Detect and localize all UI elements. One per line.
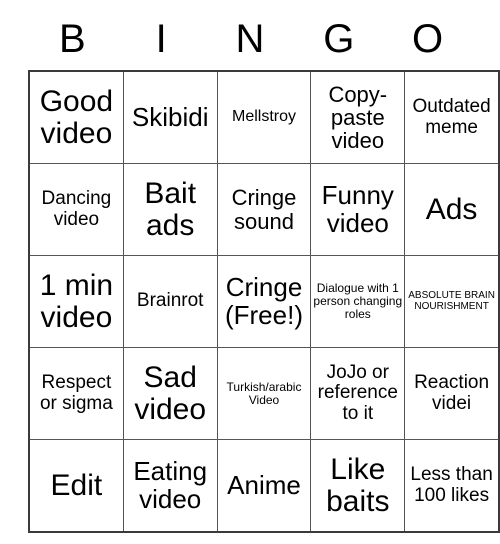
bingo-cell[interactable]: Reaction videi xyxy=(404,347,500,440)
bingo-cell[interactable]: Sad video xyxy=(122,347,218,440)
bingo-cell[interactable]: Bait ads xyxy=(122,163,218,256)
header-letter-i: I xyxy=(155,17,167,61)
bingo-cell[interactable]: Skibidi xyxy=(122,70,218,164)
bingo-row: Edit Eating video Anime Like baits Less … xyxy=(28,439,500,533)
header-letter-o: O xyxy=(412,17,444,61)
bingo-card: B I N G O Good video Skibidi Mellstroy C… xyxy=(28,8,500,533)
bingo-cell-label: Brainrot xyxy=(136,290,204,312)
bingo-cell-label: Skibidi xyxy=(131,101,209,132)
bingo-cell-label: ABSOLUTE BRAIN NOURISHMENT xyxy=(408,289,495,312)
bingo-cell-label: Copy-paste video xyxy=(328,81,388,154)
header-letter-n: N xyxy=(235,17,265,61)
bingo-cell[interactable]: Dancing video xyxy=(28,163,124,256)
bingo-cell-label: Funny video xyxy=(321,179,394,238)
bingo-cell[interactable]: Copy-paste video xyxy=(310,70,406,164)
bingo-cell-label: Dialogue with 1 person changing roles xyxy=(313,281,403,321)
bingo-cell-label: 1 min video xyxy=(39,268,114,334)
bingo-cell-label: Sad video xyxy=(134,360,207,426)
bingo-row: Respect or sigma Sad video Turkish/arabi… xyxy=(28,347,500,440)
bingo-cell[interactable]: Brainrot xyxy=(122,255,218,348)
bingo-grid: Good video Skibidi Mellstroy Copy-paste … xyxy=(28,70,500,533)
bingo-header-row: B I N G O xyxy=(28,8,472,70)
bingo-cell[interactable]: Dialogue with 1 person changing roles xyxy=(310,255,406,348)
header-letter-b: B xyxy=(59,17,86,61)
bingo-cell-label: Cringe sound xyxy=(231,185,297,234)
bingo-cell-label: Turkish/arabic Video xyxy=(226,379,302,407)
bingo-cell[interactable]: Like baits xyxy=(310,439,406,533)
bingo-cell[interactable]: JoJo or reference to it xyxy=(310,347,406,440)
bingo-cell-label: Outdated meme xyxy=(412,96,491,138)
bingo-row: Dancing video Bait ads Cringe sound Funn… xyxy=(28,163,500,256)
bingo-cell[interactable]: ABSOLUTE BRAIN NOURISHMENT xyxy=(404,255,500,348)
bingo-cell-label: JoJo or reference to it xyxy=(317,362,398,424)
bingo-cell-label: Respect or sigma xyxy=(39,372,113,414)
bingo-cell[interactable]: 1 min video xyxy=(28,255,124,348)
header-letter-g: G xyxy=(323,17,355,61)
bingo-cell[interactable]: Less than 100 likes xyxy=(404,439,500,533)
bingo-cell[interactable]: Respect or sigma xyxy=(28,347,124,440)
bingo-cell-label: Dancing video xyxy=(41,188,112,230)
bingo-cell[interactable]: Funny video xyxy=(310,163,406,256)
bingo-cell[interactable]: Cringe sound xyxy=(216,163,312,256)
bingo-cell[interactable]: Good video xyxy=(28,70,124,164)
bingo-cell-label: Cringe (Free!) xyxy=(224,271,303,330)
bingo-cell[interactable]: Edit xyxy=(28,439,124,533)
bingo-cell[interactable]: Cringe (Free!) xyxy=(216,255,312,348)
bingo-cell[interactable]: Ads xyxy=(404,163,500,256)
bingo-cell[interactable]: Outdated meme xyxy=(404,70,500,164)
bingo-cell-label: Reaction videi xyxy=(414,372,490,414)
bingo-cell[interactable]: Mellstroy xyxy=(216,70,312,164)
bingo-cell[interactable]: Turkish/arabic Video xyxy=(216,347,312,440)
bingo-cell-label: Eating video xyxy=(133,455,208,514)
bingo-row: Good video Skibidi Mellstroy Copy-paste … xyxy=(28,70,500,164)
bingo-cell-label: Good video xyxy=(39,84,114,150)
bingo-cell-label: Ads xyxy=(425,192,478,226)
bingo-cell-label: Anime xyxy=(227,469,301,500)
bingo-cell-label: Bait ads xyxy=(144,176,197,242)
bingo-cell-label: Edit xyxy=(50,468,103,502)
bingo-cell[interactable]: Anime xyxy=(216,439,312,533)
bingo-cell-label: Less than 100 likes xyxy=(410,464,493,506)
bingo-cell-label: Like baits xyxy=(326,452,390,518)
bingo-row: 1 min video Brainrot Cringe (Free!) Dial… xyxy=(28,255,500,348)
bingo-cell-label: Mellstroy xyxy=(231,108,296,126)
bingo-cell[interactable]: Eating video xyxy=(122,439,218,533)
